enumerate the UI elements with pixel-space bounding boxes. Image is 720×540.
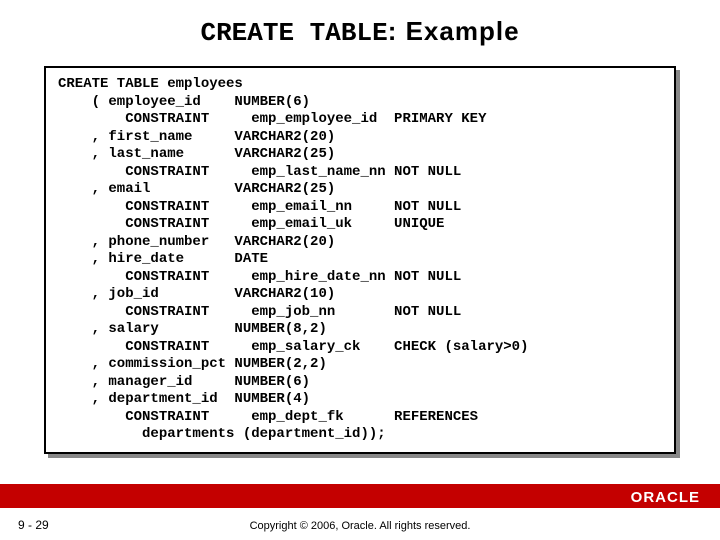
footer-bar — [0, 484, 720, 508]
copyright-text: Copyright © 2006, Oracle. All rights res… — [0, 520, 720, 532]
slide: CREATE TABLE: Example CREATE TABLE emplo… — [0, 0, 720, 540]
slide-title: CREATE TABLE: Example — [0, 0, 720, 48]
code-box: CREATE TABLE employees ( employee_id NUM… — [44, 66, 676, 454]
sql-code: CREATE TABLE employees ( employee_id NUM… — [58, 76, 664, 444]
title-keyword: CREATE TABLE — [200, 18, 387, 48]
title-suffix: : Example — [388, 16, 520, 46]
oracle-logo: ORACLE — [631, 489, 700, 506]
